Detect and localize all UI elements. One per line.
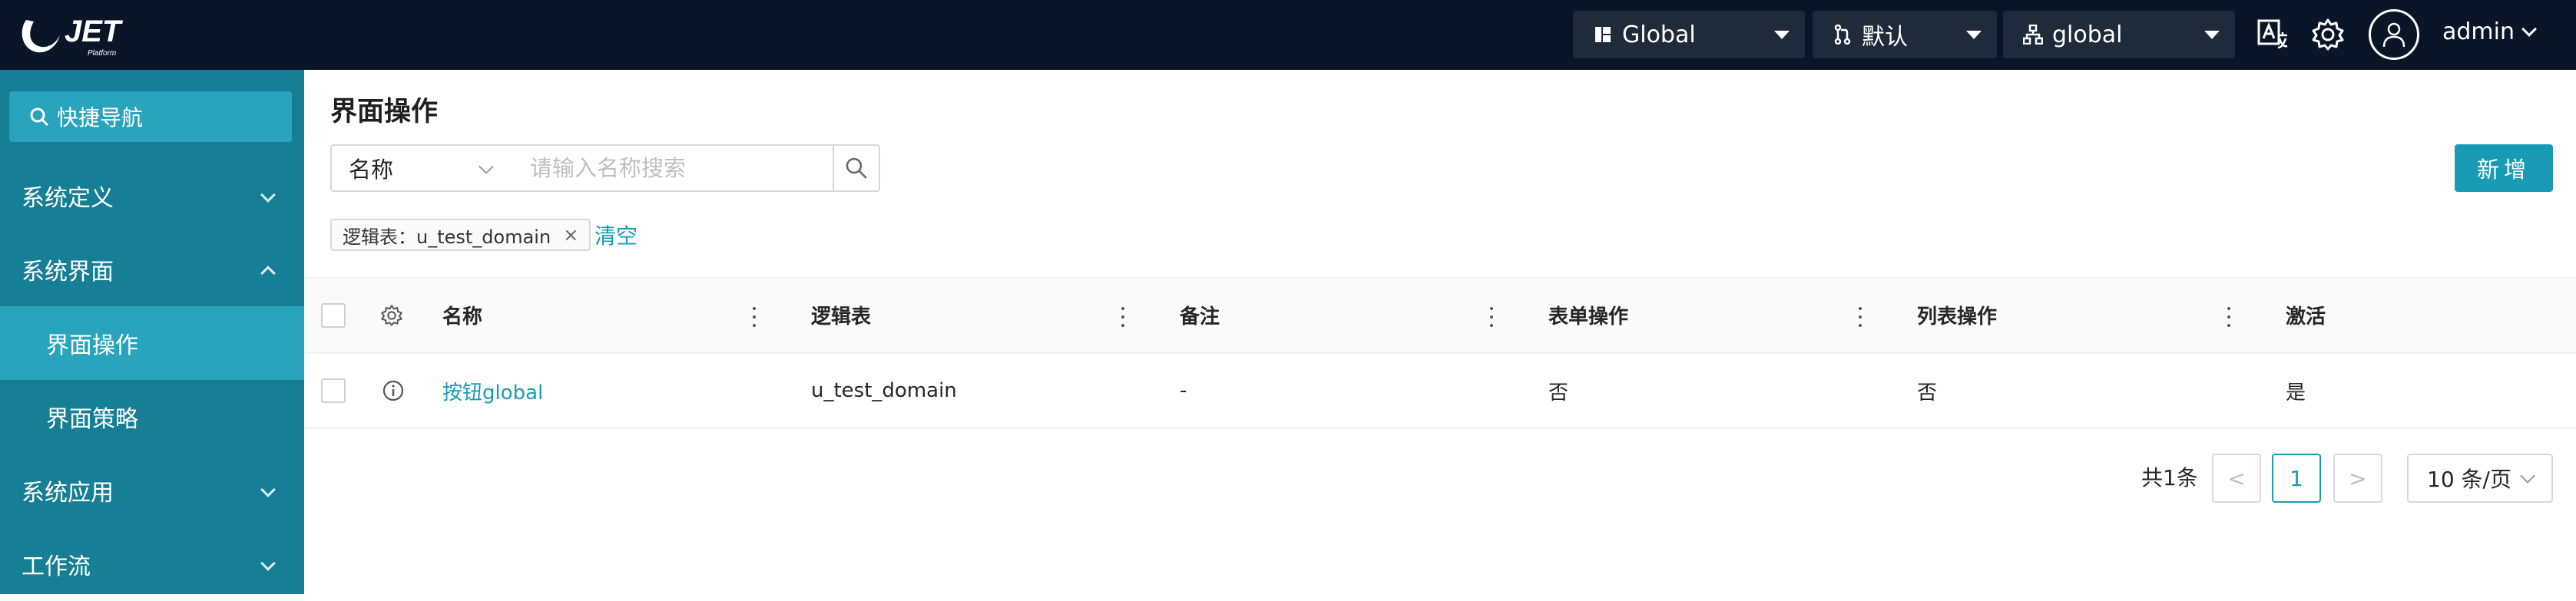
translate-icon[interactable] (2253, 15, 2292, 54)
column-header-remark[interactable]: 备注 (1180, 278, 1220, 352)
search-button[interactable] (833, 144, 880, 192)
row-list-op-cell: 否 (1917, 381, 1938, 405)
sidebar-item-system-definition[interactable]: 系统定义 (0, 159, 304, 233)
search-icon (30, 107, 49, 127)
filter-tag: 逻辑表：u_test_domain × (330, 219, 591, 251)
sidebar-item-system-apps[interactable]: 系统应用 (0, 454, 304, 527)
logo-icon: JET Platform (22, 15, 124, 58)
sidebar-item-label: 工作流 (22, 553, 91, 580)
sidebar-item-system-ui[interactable]: 系统界面 (0, 233, 304, 306)
chevron-up-icon (260, 266, 276, 281)
caret-down-icon (1966, 31, 1982, 39)
column-menu-icon[interactable] (1489, 307, 1494, 327)
search-icon (846, 157, 867, 179)
sidebar-item-label: 界面操作 (46, 332, 138, 359)
search-field-value: 名称 (349, 157, 394, 183)
chevron-down-icon (260, 187, 276, 203)
sidebar-item-label: 系统定义 (22, 185, 114, 212)
user-name: admin (2442, 18, 2515, 45)
sidebar-item-label: 系统界面 (22, 259, 114, 286)
org-icon (2021, 23, 2045, 46)
chevron-down-icon (2520, 468, 2535, 484)
page-button-current[interactable]: 1 (2272, 454, 2321, 503)
domain-select[interactable]: global (2003, 11, 2235, 58)
column-header-table[interactable]: 逻辑表 (811, 278, 871, 352)
select-all-checkbox[interactable] (321, 278, 346, 352)
sidebar-item-workflow[interactable]: 工作流 (0, 527, 304, 601)
table-row: 按钮global u_test_domain - 否 否 是 (304, 354, 2576, 429)
layout-icon (1591, 23, 1614, 46)
row-remark-cell: - (1180, 379, 1187, 402)
column-menu-icon[interactable] (2227, 307, 2231, 327)
row-table-cell: u_test_domain (811, 379, 957, 402)
sidebar-item-label: 界面策略 (46, 406, 138, 433)
user-avatar-icon[interactable] (2369, 9, 2419, 60)
branch-select[interactable]: 默认 (1813, 11, 1997, 58)
filter-tag-label: 逻辑表：u_test_domain (343, 226, 551, 248)
scope-select[interactable]: Global (1573, 11, 1805, 58)
chevron-down-icon (260, 482, 276, 497)
column-menu-icon[interactable] (1121, 307, 1125, 327)
column-header-name[interactable]: 名称 (442, 278, 482, 352)
branch-select-value: 默认 (1862, 24, 1908, 51)
sidebar-item-label: 系统应用 (22, 480, 114, 507)
sidebar-item-ui-actions[interactable]: 界面操作 (0, 306, 304, 380)
quick-nav-label: 快捷导航 (57, 105, 144, 130)
add-button[interactable]: 新增 (2455, 144, 2553, 192)
search-field-select[interactable]: 名称 (330, 144, 513, 192)
clear-filters-link[interactable]: 清空 (594, 220, 637, 250)
column-header-active[interactable]: 激活 (2286, 278, 2326, 352)
page-title: 界面操作 (330, 97, 439, 127)
user-menu[interactable]: admin (2442, 18, 2537, 45)
close-icon[interactable]: × (563, 224, 578, 246)
sidebar: 快捷导航 系统定义 系统界面 界面操作 界面策略 系统应用 工作流 (0, 70, 304, 594)
row-name-link[interactable]: 按钮global (442, 354, 543, 428)
table-header: 名称 逻辑表 备注 表单操作 列表操作 激活 (304, 277, 2576, 354)
page-size-value: 10 条/页 (2427, 467, 2511, 492)
row-active-cell: 是 (2286, 381, 2306, 405)
pagination-total: 共1条 (2141, 465, 2198, 490)
scope-select-value: Global (1622, 21, 1696, 48)
branch-icon (1831, 23, 1854, 46)
chevron-down-icon (478, 159, 494, 174)
column-menu-icon[interactable] (752, 307, 757, 327)
domain-select-value: global (2052, 21, 2123, 48)
info-icon[interactable] (382, 354, 404, 428)
next-page-button[interactable]: > (2333, 454, 2382, 503)
chevron-down-icon (260, 556, 276, 571)
sidebar-item-ui-policies[interactable]: 界面策略 (0, 380, 304, 454)
quick-nav-button[interactable]: 快捷导航 (9, 91, 292, 142)
row-checkbox[interactable] (321, 354, 346, 428)
logo-text: JET (65, 15, 124, 48)
search-input[interactable] (512, 144, 834, 192)
column-header-form-op[interactable]: 表单操作 (1548, 278, 1628, 352)
row-form-op-cell: 否 (1548, 381, 1569, 405)
main-content: 界面操作 名称 新增 逻辑表：u_test_domain × 清空 名称 逻辑表… (304, 70, 2576, 594)
column-header-list-op[interactable]: 列表操作 (1917, 278, 1997, 352)
logo-subtext: Platform (88, 49, 116, 58)
caret-down-icon (1774, 31, 1790, 39)
table-settings-icon[interactable] (381, 278, 402, 352)
jet-logo[interactable]: JET Platform (17, 9, 147, 60)
caret-down-icon (2204, 31, 2220, 39)
gear-icon[interactable] (2309, 15, 2347, 54)
prev-page-button[interactable]: < (2212, 454, 2261, 503)
chevron-down-icon (2521, 21, 2537, 37)
top-bar: JET Platform Global 默认 global admin (0, 0, 2576, 70)
page-size-select[interactable]: 10 条/页 (2407, 454, 2553, 503)
column-menu-icon[interactable] (1858, 307, 1862, 327)
